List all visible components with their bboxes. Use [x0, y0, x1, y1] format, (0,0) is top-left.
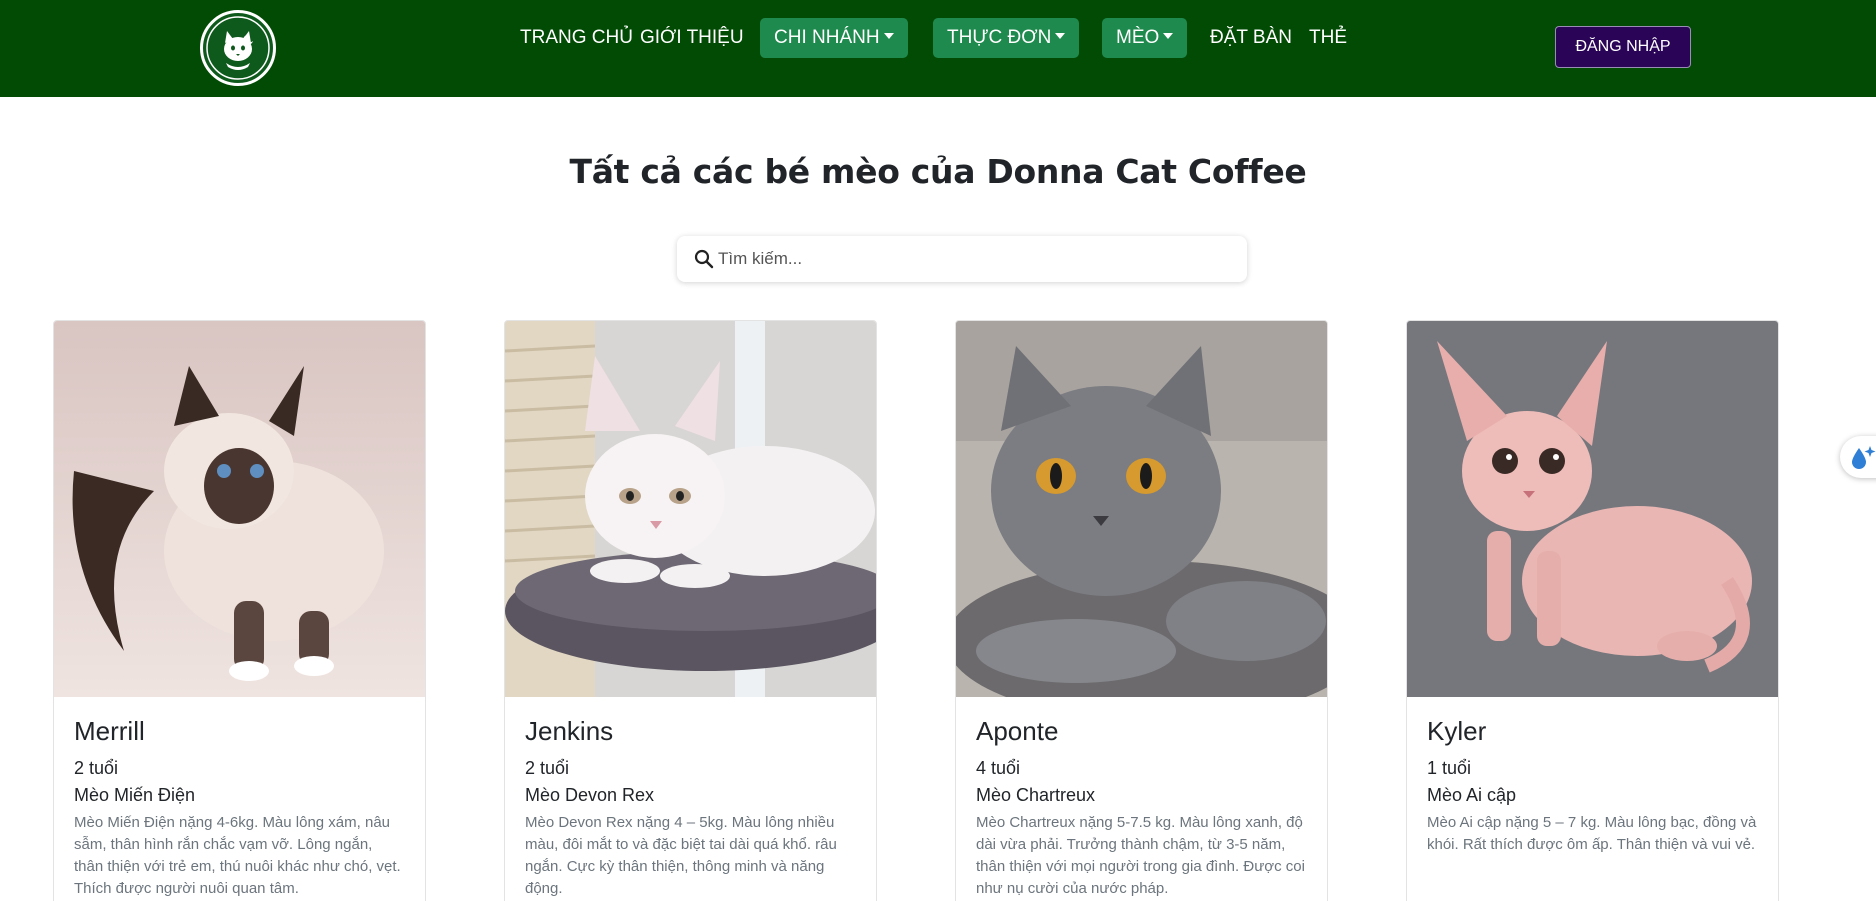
nav-branches-dropdown[interactable]: CHI NHÁNH	[760, 18, 908, 58]
nav-card-label: THẺ	[1309, 27, 1347, 48]
nav-booking-label: ĐẶT BÀN	[1210, 27, 1293, 48]
cat-description: Mèo Miến Điện nặng 4-6kg. Màu lông xám, …	[74, 814, 401, 897]
cat-photo	[956, 321, 1327, 697]
cat-age: 4 tuổi	[976, 758, 1021, 778]
nav-about-label: GIỚI THIỆU	[640, 27, 744, 48]
caret-down-icon	[1163, 33, 1174, 40]
cat-photo	[1407, 321, 1778, 697]
cat-breed: Mèo Chartreux	[976, 785, 1096, 805]
cat-breed: Mèo Ai cập	[1427, 785, 1517, 805]
cat-age: 2 tuổi	[74, 758, 119, 778]
cat-description: Mèo Chartreux nặng 5-7.5 kg. Màu lông xa…	[976, 814, 1305, 897]
login-button[interactable]: ĐĂNG NHẬP	[1555, 26, 1691, 68]
cafe-logo[interactable]	[200, 10, 276, 86]
cat-photo	[505, 321, 876, 697]
cat-logo-icon	[206, 16, 270, 80]
nav-menu-dropdown[interactable]: THỰC ĐƠN	[933, 18, 1080, 58]
page-title: Tất cả các bé mèo của Donna Cat Coffee	[569, 152, 1307, 191]
cat-card[interactable]: Merrill 2 tuổi Mèo Miến Điện Mèo Miến Đi…	[53, 320, 426, 901]
search-bar	[677, 236, 1247, 282]
nav-home-label: TRANG CHỦ	[520, 27, 633, 48]
nav-home[interactable]: TRANG CHỦ	[520, 18, 633, 58]
cat-card[interactable]: Kyler 1 tuổi Mèo Ai cập Mèo Ai cập nặng …	[1406, 320, 1779, 901]
water-drop-sparkle-icon	[1852, 446, 1876, 469]
nav-menu-label: THỰC ĐƠN	[947, 27, 1052, 48]
cat-breed: Mèo Devon Rex	[525, 785, 655, 805]
caret-down-icon	[1055, 33, 1066, 40]
cat-name: Aponte	[976, 716, 1059, 746]
floating-widget[interactable]	[1840, 436, 1876, 478]
cat-description: Mèo Ai cập nặng 5 – 7 kg. Màu lông bạc, …	[1427, 814, 1757, 853]
cat-card[interactable]: Aponte 4 tuổi Mèo Chartreux Mèo Chartreu…	[955, 320, 1328, 901]
cat-name: Jenkins	[525, 716, 614, 746]
caret-down-icon	[883, 33, 894, 40]
cat-description: Mèo Devon Rex nặng 4 – 5kg. Màu lông nhi…	[525, 814, 837, 897]
navbar: TRANG CHỦ GIỚI THIỆU CHI NHÁNH THỰC ĐƠN …	[0, 0, 1876, 97]
search-icon	[694, 249, 714, 269]
nav-about[interactable]: GIỚI THIỆU	[640, 18, 744, 58]
cat-age: 1 tuổi	[1427, 758, 1472, 778]
cat-photo	[54, 321, 425, 697]
nav-branches-label: CHI NHÁNH	[774, 27, 880, 48]
nav-card[interactable]: THẺ	[1309, 18, 1347, 58]
cat-age: 2 tuổi	[525, 758, 570, 778]
cat-name: Merrill	[74, 716, 145, 746]
nav-cats-dropdown[interactable]: MÈO	[1102, 18, 1188, 58]
search-input[interactable]	[718, 249, 1218, 269]
nav-cats-label: MÈO	[1116, 27, 1160, 48]
cat-name: Kyler	[1427, 716, 1487, 746]
cat-card[interactable]: Jenkins 2 tuổi Mèo Devon Rex Mèo Devon R…	[504, 320, 877, 901]
login-button-label: ĐĂNG NHẬP	[1575, 38, 1671, 55]
cat-breed: Mèo Miến Điện	[74, 785, 196, 805]
nav-booking[interactable]: ĐẶT BÀN	[1210, 18, 1292, 58]
